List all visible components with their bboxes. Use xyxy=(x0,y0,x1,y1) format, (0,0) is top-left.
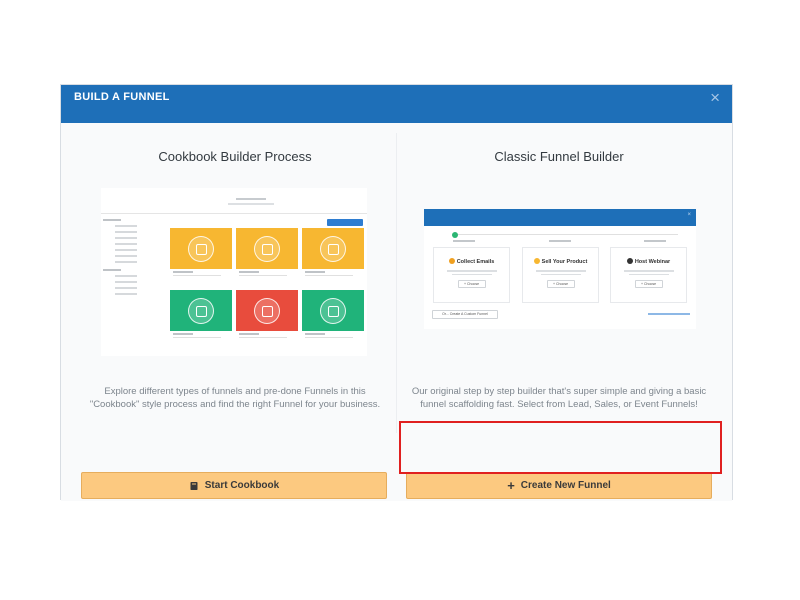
envelope-icon xyxy=(448,258,455,264)
cookbook-preview-tile xyxy=(236,290,298,338)
modal-title: BUILD A FUNNEL xyxy=(74,91,170,103)
cookbook-preview-tile xyxy=(170,290,232,338)
cookbook-preview-image xyxy=(101,188,367,356)
start-cookbook-label: Start Cookbook xyxy=(204,480,280,491)
create-new-funnel-button[interactable]: + Create New Funnel xyxy=(406,472,712,499)
classic-card-sell-product: Sell Your Product + Choose xyxy=(522,247,599,303)
classic-card-collect-emails: Collect Emails + Choose xyxy=(433,247,510,303)
cookbook-preview-tile xyxy=(302,228,364,276)
cookbook-preview-sidebar xyxy=(103,216,163,295)
start-cookbook-button[interactable]: Start Cookbook xyxy=(81,472,387,499)
create-new-funnel-label: Create New Funnel xyxy=(520,480,611,491)
column-divider xyxy=(396,133,397,433)
cookbook-preview-tile xyxy=(170,228,232,276)
tag-icon xyxy=(533,258,540,264)
book-icon xyxy=(190,481,198,490)
plus-icon: + xyxy=(507,477,515,493)
classic-preview-step-dot xyxy=(452,232,458,238)
close-icon[interactable]: × xyxy=(710,89,720,106)
cookbook-title: Cookbook Builder Process xyxy=(158,149,312,164)
classic-preview-custom-button: Or... Create A Custom Funnel xyxy=(432,310,498,319)
webinar-icon xyxy=(626,258,633,264)
cookbook-preview-tile xyxy=(236,228,298,276)
cookbook-preview-tile xyxy=(302,290,364,338)
classic-card-host-webinar: Host Webinar + Choose xyxy=(610,247,687,303)
classic-preview-image: × Collect Emails + Choose Sell Your Prod… xyxy=(424,209,696,329)
classic-title: Classic Funnel Builder xyxy=(494,149,624,164)
cookbook-preview-header xyxy=(191,198,311,205)
classic-preview-link xyxy=(648,313,690,315)
cookbook-preview-button xyxy=(327,219,363,226)
classic-description: Our original step by step builder that's… xyxy=(411,386,707,410)
modal-header: BUILD A FUNNEL × xyxy=(61,85,732,123)
highlight-box xyxy=(399,421,722,474)
classic-preview-header xyxy=(424,209,696,226)
classic-preview-close-icon: × xyxy=(687,212,691,218)
cookbook-description: Explore different types of funnels and p… xyxy=(89,386,381,410)
